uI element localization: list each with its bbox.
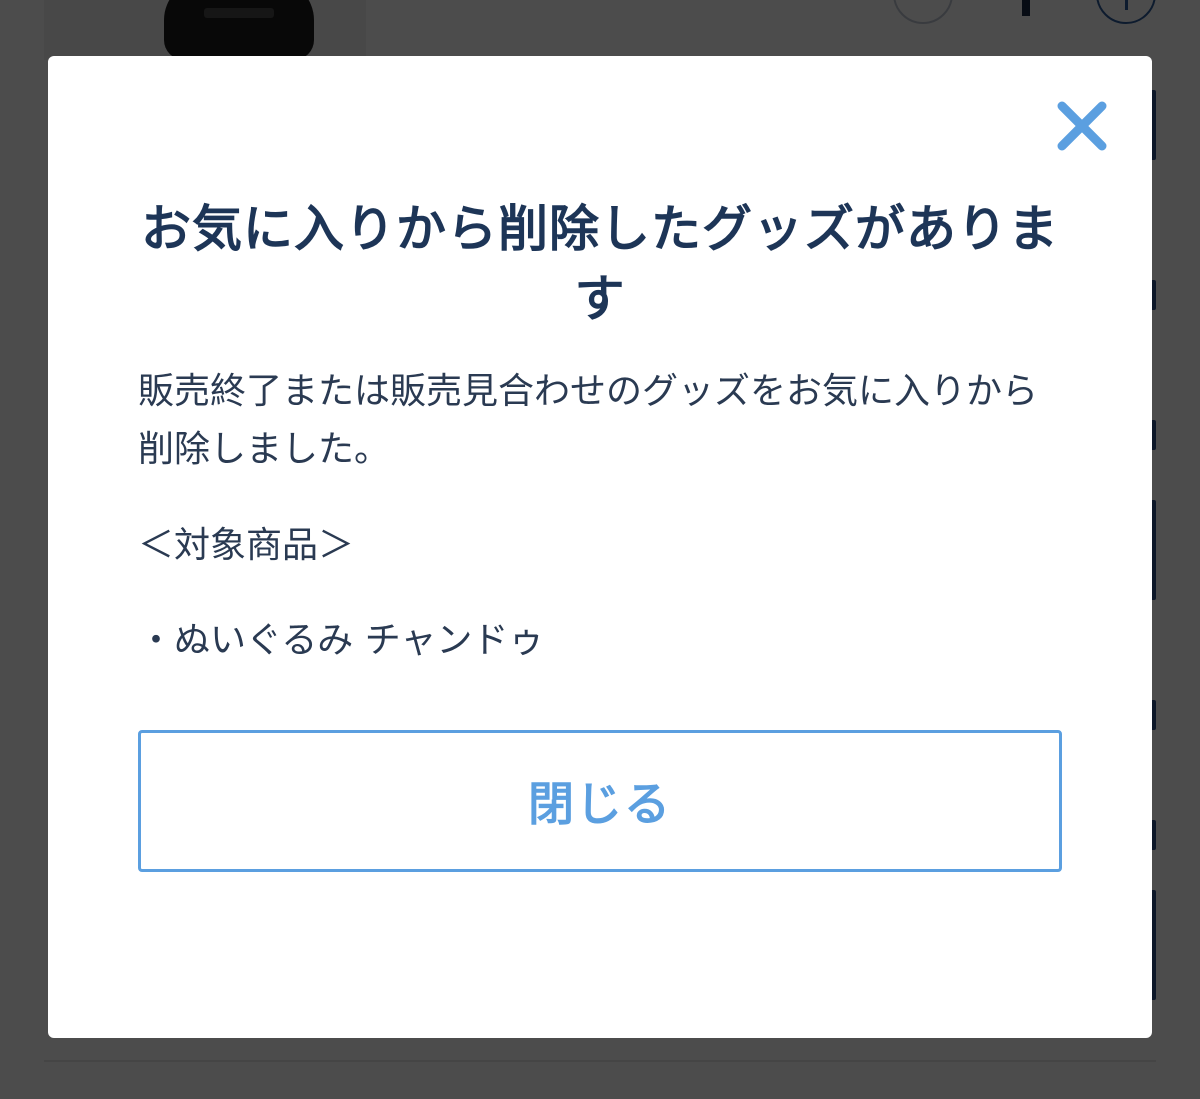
dialog-title: お気に入りから削除したグッズがあります — [141, 200, 1059, 328]
close-icon-button[interactable] — [1052, 96, 1112, 156]
close-x-icon — [1057, 101, 1107, 151]
target-products-heading: ＜対象商品＞ — [138, 525, 355, 566]
close-button[interactable]: 閉じる — [138, 730, 1062, 872]
dialog-message: 販売終了または販売見合わせのグッズをお気に入りから削除しました。 — [138, 371, 1039, 470]
page: お気に入りから削除したグッズがあります 販売終了または販売見合わせのグッズをお気… — [0, 0, 1200, 1099]
target-product-item: ・ぬいぐるみ チャンドゥ — [138, 620, 545, 661]
favorites-removed-dialog: お気に入りから削除したグッズがあります 販売終了または販売見合わせのグッズをお気… — [48, 56, 1152, 1038]
